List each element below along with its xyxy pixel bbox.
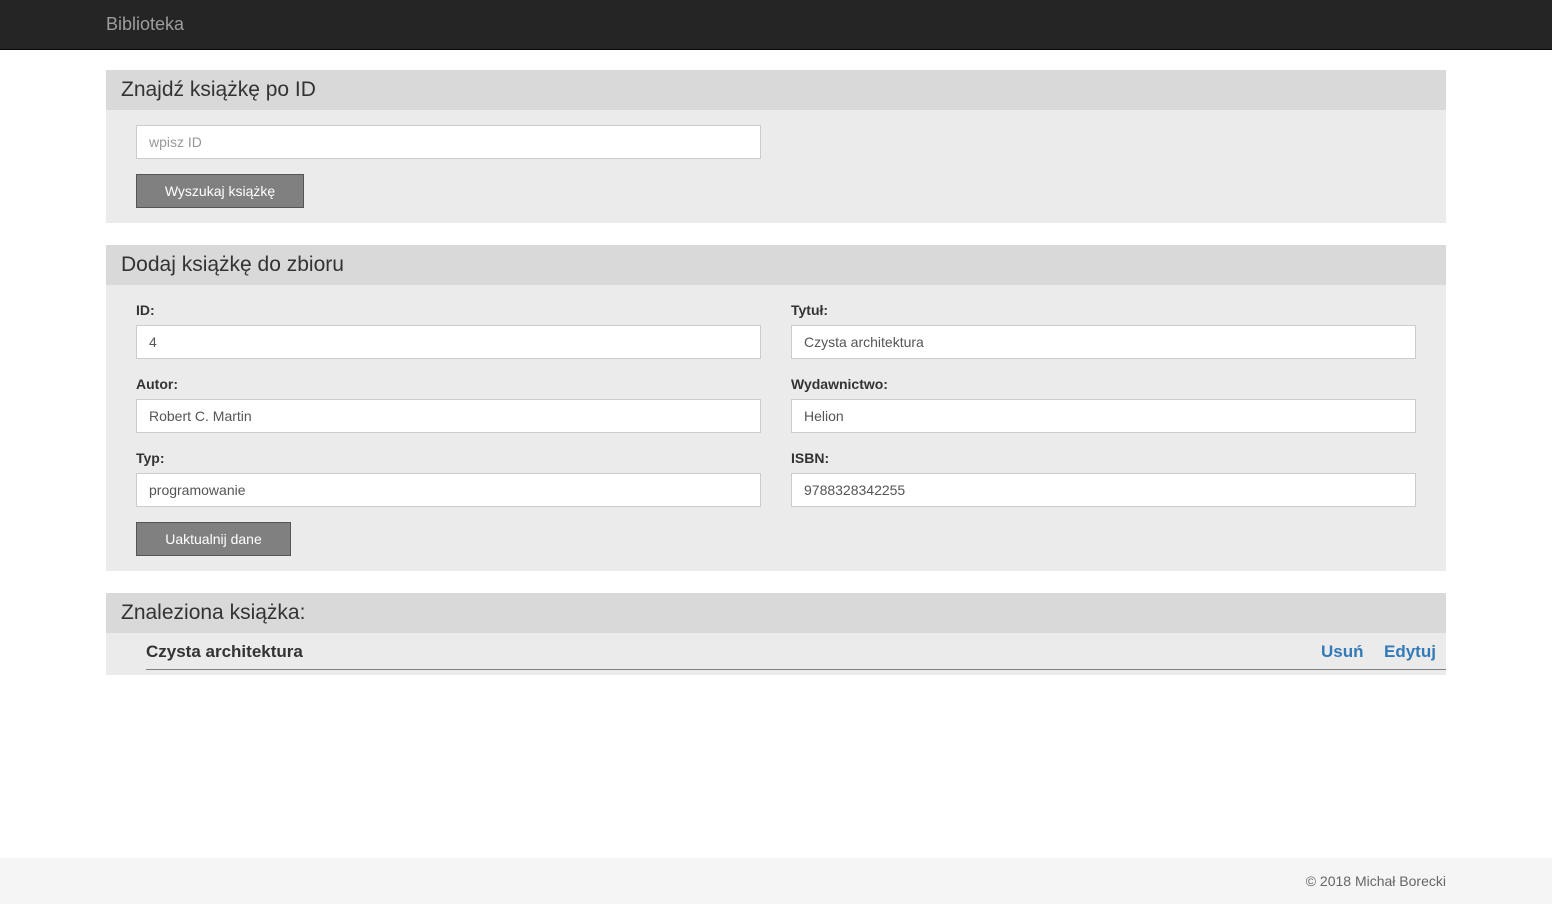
brand-link[interactable]: Biblioteka — [106, 14, 184, 34]
find-book-panel: Znajdź książkę po ID Wyszukaj książkę — [106, 70, 1446, 223]
search-book-button[interactable]: Wyszukaj książkę — [136, 174, 304, 208]
top-navbar: Biblioteka — [0, 0, 1552, 50]
id-field[interactable] — [136, 325, 761, 359]
book-id-search-input[interactable] — [136, 125, 761, 159]
publisher-field[interactable] — [791, 399, 1416, 433]
found-book-panel: Znaleziona książka: Czysta architektura … — [106, 593, 1446, 675]
found-book-heading: Znaleziona książka: — [106, 593, 1446, 633]
isbn-field[interactable] — [791, 473, 1416, 507]
copyright-text: © 2018 Michał Borecki — [1305, 873, 1446, 889]
found-book-title: Czysta architektura — [146, 642, 303, 661]
find-book-heading: Znajdź książkę po ID — [106, 70, 1446, 110]
page-footer: © 2018 Michał Borecki — [0, 858, 1552, 904]
author-field[interactable] — [136, 399, 761, 433]
delete-book-link[interactable]: Usuń — [1321, 641, 1364, 663]
type-field[interactable] — [136, 473, 761, 507]
author-label: Autor: — [136, 376, 178, 392]
id-label: ID: — [136, 302, 155, 318]
edit-book-link[interactable]: Edytuj — [1384, 641, 1436, 663]
title-label: Tytuł: — [791, 302, 829, 318]
publisher-label: Wydawnictwo: — [791, 376, 888, 392]
type-label: Typ: — [136, 450, 165, 466]
add-book-panel: Dodaj książkę do zbioru ID: Tytuł: Autor… — [106, 245, 1446, 571]
found-book-row: Czysta architektura Usuń Edytuj — [146, 633, 1446, 670]
title-field[interactable] — [791, 325, 1416, 359]
update-data-button[interactable]: Uaktualnij dane — [136, 522, 291, 556]
add-book-heading: Dodaj książkę do zbioru — [106, 245, 1446, 285]
isbn-label: ISBN: — [791, 450, 830, 466]
